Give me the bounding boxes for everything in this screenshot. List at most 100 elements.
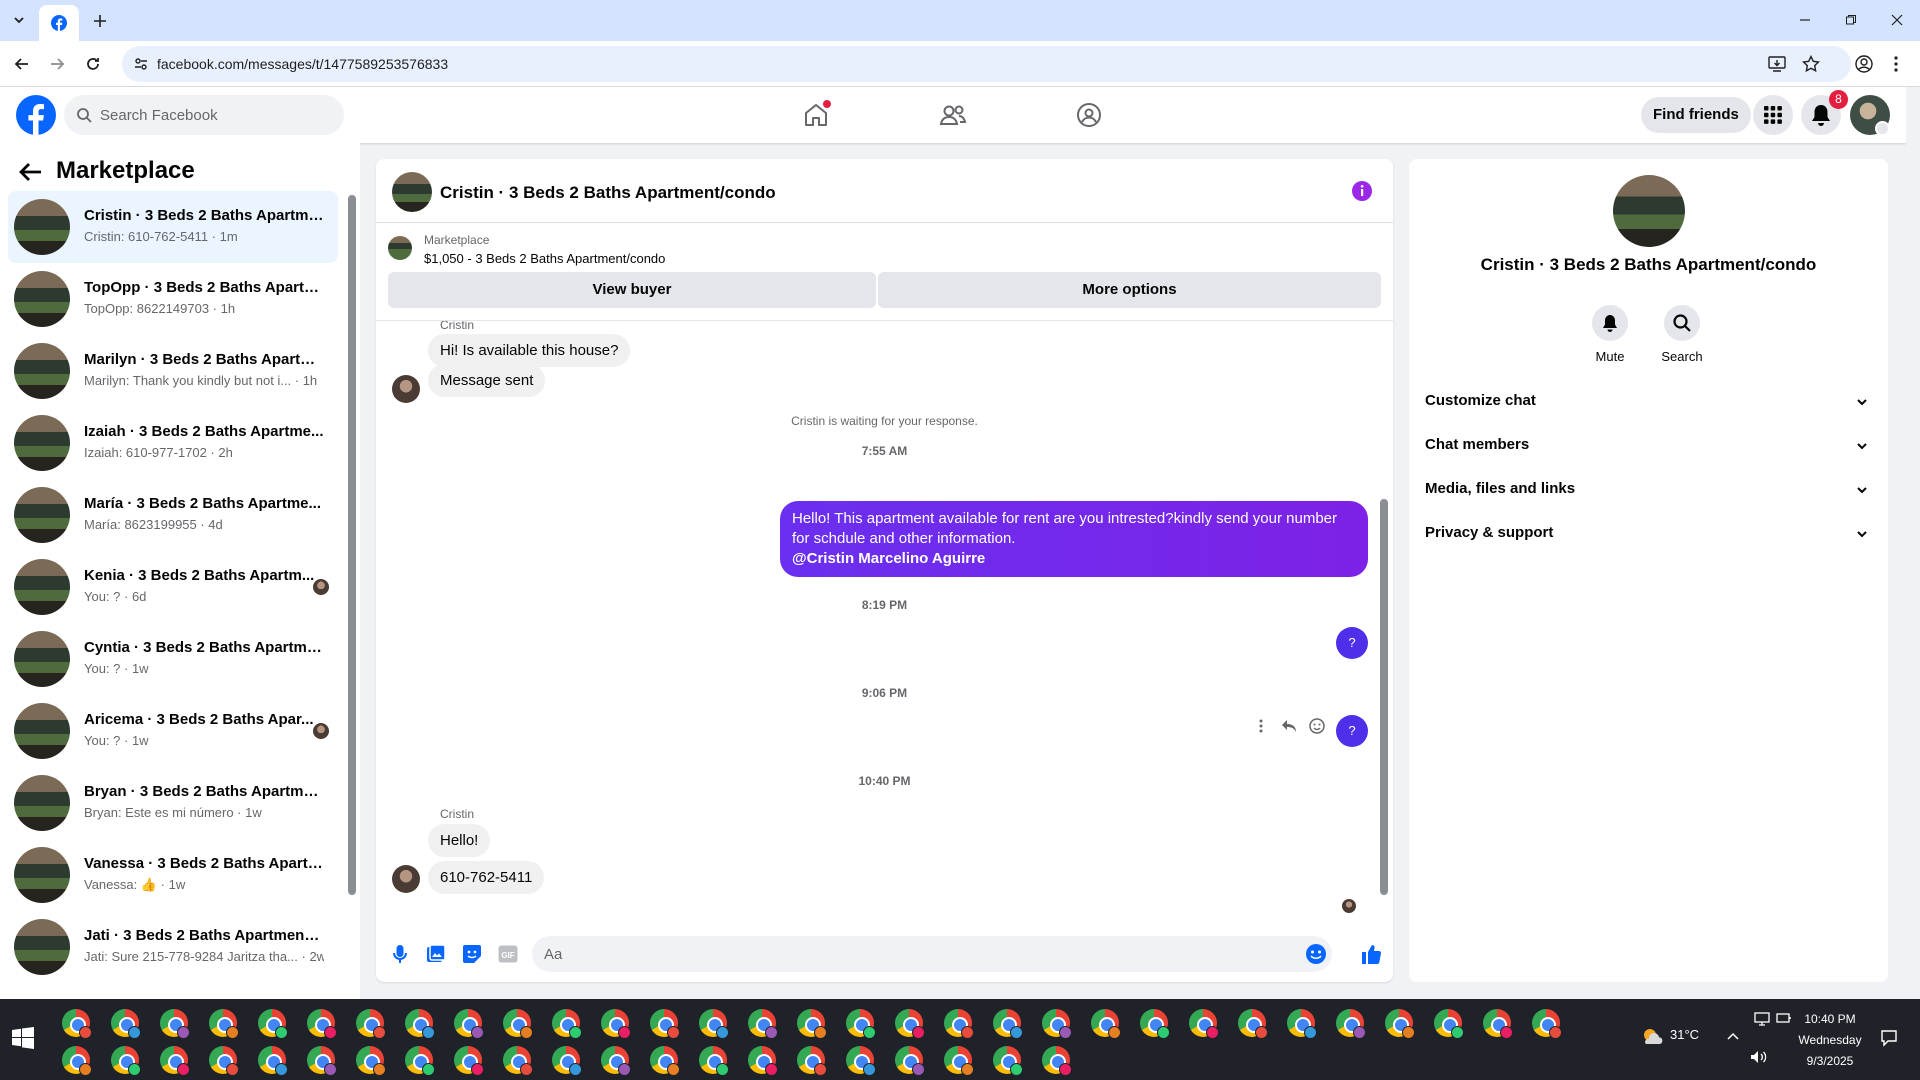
chrome-profile-icon[interactable]: [160, 1046, 190, 1076]
message-thread-scrollbar[interactable]: [1380, 499, 1388, 895]
conversation-item[interactable]: Cristin · 3 Beds 2 Baths Apartme... Crist…: [8, 191, 338, 263]
customize-chat-section[interactable]: Customize chat: [1425, 381, 1872, 421]
facebook-tab[interactable]: [39, 5, 79, 41]
chrome-profile-icon[interactable]: [1434, 1009, 1464, 1039]
chrome-profile-icon[interactable]: [1238, 1009, 1268, 1039]
menu-grid-icon[interactable]: [1753, 95, 1793, 135]
chrome-profile-icon[interactable]: [111, 1009, 141, 1039]
chrome-profile-icon[interactable]: [356, 1046, 386, 1076]
chrome-profile-icon[interactable]: [258, 1009, 288, 1039]
bookmark-star-icon[interactable]: [1802, 55, 1820, 73]
chrome-profile-icon[interactable]: [160, 1009, 190, 1039]
close-window-button[interactable]: [1884, 8, 1910, 32]
message-input[interactable]: Aa: [532, 936, 1332, 972]
conversation-item[interactable]: Bryan · 3 Beds 2 Baths Apartme... Bryan: …: [8, 767, 338, 839]
profile-icon[interactable]: [1851, 51, 1877, 77]
chrome-profile-icon[interactable]: [601, 1009, 631, 1039]
react-emoji-icon[interactable]: [1306, 715, 1328, 737]
chrome-profile-icon[interactable]: [944, 1046, 974, 1076]
account-chevron-icon[interactable]: [1875, 121, 1890, 136]
forward-button[interactable]: [44, 51, 70, 77]
browser-menu-icon[interactable]: [1883, 51, 1909, 77]
chrome-profile-icon[interactable]: [1042, 1009, 1072, 1039]
conversation-item[interactable]: Cyntia · 3 Beds 2 Baths Apartme... You: ?…: [8, 623, 338, 695]
groups-nav-icon[interactable]: [1068, 95, 1110, 135]
reload-button[interactable]: [80, 51, 106, 77]
chrome-profile-icon[interactable]: [699, 1046, 729, 1076]
chrome-profile-icon[interactable]: [1483, 1009, 1513, 1039]
home-nav-icon[interactable]: [795, 95, 837, 135]
chrome-profile-icon[interactable]: [503, 1009, 533, 1039]
chrome-profile-icon[interactable]: [405, 1009, 435, 1039]
chrome-profile-icon[interactable]: [1336, 1009, 1366, 1039]
conversation-item[interactable]: Aricema · 3 Beds 2 Baths Apar... You: ? ·…: [8, 695, 338, 767]
more-actions-icon[interactable]: [1250, 715, 1272, 737]
facebook-search-input[interactable]: Search Facebook: [64, 95, 344, 135]
chrome-profile-icon[interactable]: [454, 1046, 484, 1076]
chrome-profile-icon[interactable]: [1287, 1009, 1317, 1039]
info-icon[interactable]: [1351, 180, 1373, 202]
chrome-profile-icon[interactable]: [895, 1046, 925, 1076]
chrome-profile-icon[interactable]: [1091, 1009, 1121, 1039]
network-icon[interactable]: [1754, 1012, 1770, 1026]
outgoing-message[interactable]: ?: [1336, 627, 1368, 659]
incoming-message[interactable]: Message sent: [428, 364, 546, 397]
chrome-profile-icon[interactable]: [993, 1009, 1023, 1039]
friends-nav-icon[interactable]: [932, 95, 974, 135]
mention[interactable]: @Cristin Marcelino Aguirre: [792, 550, 985, 567]
temperature[interactable]: 31°C: [1670, 1027, 1699, 1042]
incoming-message[interactable]: 610-762-5411: [428, 861, 545, 894]
tab-search-chevron-icon[interactable]: [7, 9, 31, 31]
mute-button[interactable]: Mute: [1580, 305, 1640, 364]
chrome-profile-icon[interactable]: [552, 1009, 582, 1039]
conversation-item[interactable]: Jati · 3 Beds 2 Baths Apartment/... Jati:…: [8, 911, 338, 983]
chrome-profile-icon[interactable]: [62, 1009, 92, 1039]
find-friends-button[interactable]: Find friends: [1641, 97, 1751, 133]
incoming-message[interactable]: Hello!: [428, 824, 491, 857]
media-files-links-section[interactable]: Media, files and links: [1425, 469, 1872, 509]
chrome-profile-icon[interactable]: [748, 1009, 778, 1039]
chat-title[interactable]: Cristin · 3 Beds 2 Baths Apartment/condo: [440, 183, 776, 203]
photo-icon[interactable]: [424, 942, 448, 966]
chrome-profile-icon[interactable]: [797, 1046, 827, 1076]
chrome-profile-icon[interactable]: [111, 1046, 141, 1076]
chat-members-section[interactable]: Chat members: [1425, 425, 1872, 465]
search-in-chat-button[interactable]: Search: [1652, 305, 1712, 364]
chrome-profile-icon[interactable]: [1532, 1009, 1562, 1039]
more-options-button[interactable]: More options: [878, 272, 1381, 308]
chrome-profile-icon[interactable]: [1042, 1046, 1072, 1076]
chrome-profile-icon[interactable]: [895, 1009, 925, 1039]
address-bar[interactable]: facebook.com/messages/t/1477589253576833: [122, 46, 1851, 82]
view-buyer-button[interactable]: View buyer: [388, 272, 876, 308]
chrome-profile-icon[interactable]: [650, 1046, 680, 1076]
chrome-profile-icon[interactable]: [601, 1046, 631, 1076]
conversation-item[interactable]: Vanessa · 3 Beds 2 Baths Apartm... Vaness…: [8, 839, 338, 911]
chrome-profile-icon[interactable]: [209, 1046, 239, 1076]
restore-button[interactable]: [1838, 8, 1864, 32]
listing-price-title[interactable]: $1,050 - 3 Beds 2 Baths Apartment/condo: [424, 251, 665, 266]
chrome-profile-icon[interactable]: [846, 1009, 876, 1039]
conversation-item[interactable]: Marilyn · 3 Beds 2 Baths Apartm... Marily…: [8, 335, 338, 407]
chrome-profile-icon[interactable]: [846, 1046, 876, 1076]
chrome-profile-icon[interactable]: [1189, 1009, 1219, 1039]
conversation-item[interactable]: María · 3 Beds 2 Baths Apartme... María: …: [8, 479, 338, 551]
chrome-profile-icon[interactable]: [503, 1046, 533, 1076]
facebook-logo-icon[interactable]: [16, 95, 56, 135]
minimize-button[interactable]: [1792, 8, 1818, 32]
chrome-profile-icon[interactable]: [650, 1009, 680, 1039]
conversation-list-scrollbar[interactable]: [348, 195, 356, 895]
back-button[interactable]: [9, 51, 35, 77]
chrome-profile-icon[interactable]: [1140, 1009, 1170, 1039]
chrome-profile-icon[interactable]: [748, 1046, 778, 1076]
chrome-profile-icon[interactable]: [405, 1046, 435, 1076]
conversation-item[interactable]: Kenia · 3 Beds 2 Baths Apartm... You: ? ·…: [8, 551, 338, 623]
page-scrollbar[interactable]: [1906, 87, 1920, 999]
reply-icon[interactable]: [1278, 715, 1300, 737]
chrome-profile-icon[interactable]: [1385, 1009, 1415, 1039]
chrome-profile-icon[interactable]: [944, 1009, 974, 1039]
chrome-profile-icon[interactable]: [258, 1046, 288, 1076]
notification-center-icon[interactable]: [1880, 1029, 1898, 1047]
conversation-item[interactable]: Izaiah · 3 Beds 2 Baths Apartme... Izaiah…: [8, 407, 338, 479]
chat-details-avatar[interactable]: [1613, 175, 1685, 247]
volume-icon[interactable]: [1750, 1050, 1768, 1064]
